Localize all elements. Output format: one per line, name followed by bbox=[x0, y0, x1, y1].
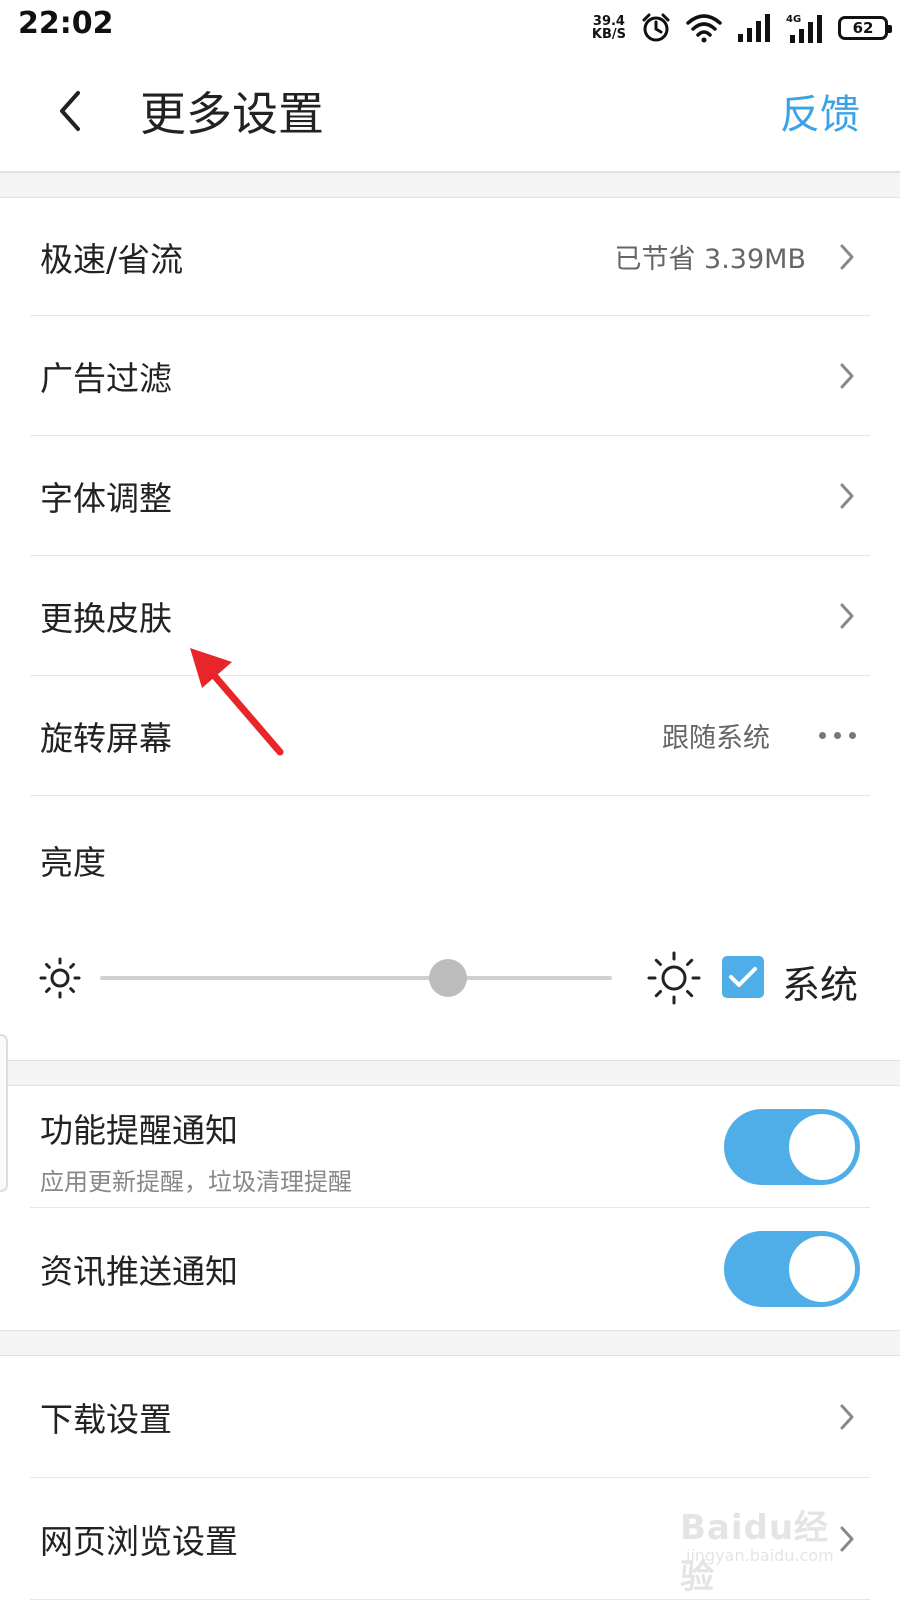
setting-row-speed-mode[interactable]: 极速/省流 已节省 3.39MB bbox=[30, 198, 870, 316]
page-title: 更多设置 bbox=[140, 87, 324, 141]
saved-data-value: 已节省 3.39MB bbox=[614, 244, 806, 275]
setting-row-change-skin[interactable]: 更换皮肤 bbox=[30, 556, 870, 676]
row-label: 极速/省流 bbox=[40, 239, 184, 279]
row-label: 旋转屏幕 bbox=[40, 718, 172, 758]
feedback-button[interactable]: 反馈 bbox=[780, 82, 860, 140]
more-dots-icon[interactable] bbox=[819, 732, 856, 739]
network-speed: 39.4 KB/S bbox=[592, 15, 626, 41]
rotate-mode-value: 跟随系统 bbox=[662, 723, 770, 754]
setting-row-rotate-screen[interactable]: 旋转屏幕 跟随系统 bbox=[30, 676, 870, 796]
checkmark-icon bbox=[729, 967, 757, 987]
brightness-slider-thumb[interactable] bbox=[429, 959, 468, 997]
system-brightness-checkbox[interactable] bbox=[722, 956, 764, 998]
app-header: 更多设置 反馈 bbox=[0, 54, 900, 172]
chevron-right-icon bbox=[840, 483, 854, 508]
network-speed-unit: KB/S bbox=[591, 27, 626, 42]
setting-row-feature-reminder: 功能提醒通知 应用更新提醒，垃圾清理提醒 bbox=[30, 1086, 870, 1208]
row-label: 字体调整 bbox=[40, 478, 172, 518]
row-subtitle: 应用更新提醒，垃圾清理提醒 bbox=[40, 1168, 352, 1196]
chevron-right-icon bbox=[840, 244, 854, 269]
watermark-sub: jingyan.baidu.com bbox=[686, 1546, 834, 1565]
status-time: 22:02 bbox=[18, 6, 114, 41]
wifi-icon bbox=[686, 13, 722, 43]
brightness-high-icon bbox=[647, 951, 701, 1005]
baidu-watermark: Baidu经验 jingyan.baidu.com bbox=[680, 1500, 860, 1597]
row-label: 功能提醒通知 bbox=[40, 1111, 238, 1150]
brightness-slider-track[interactable] bbox=[100, 976, 612, 980]
status-icons: 39.4 KB/S 4G 62 bbox=[592, 8, 892, 48]
news-push-toggle[interactable] bbox=[724, 1231, 860, 1307]
battery-level: 62 bbox=[852, 19, 874, 37]
setting-row-download[interactable]: 下载设置 bbox=[30, 1356, 870, 1478]
toggle-knob bbox=[789, 1114, 855, 1180]
setting-row-ad-filter[interactable]: 广告过滤 bbox=[30, 316, 870, 436]
setting-row-font-adjust[interactable]: 字体调整 bbox=[30, 436, 870, 556]
chevron-right-icon bbox=[840, 363, 854, 388]
back-button[interactable] bbox=[40, 76, 100, 146]
brightness-header: 亮度 bbox=[30, 796, 870, 882]
network-type-text: 4G bbox=[786, 14, 801, 25]
chevron-right-icon bbox=[840, 603, 854, 628]
setting-row-news-push: 资讯推送通知 bbox=[30, 1208, 870, 1330]
edge-handle[interactable] bbox=[0, 1034, 8, 1192]
row-label: 下载设置 bbox=[40, 1399, 172, 1439]
section-divider bbox=[0, 1060, 900, 1086]
red-annotation-arrow bbox=[190, 648, 284, 756]
brightness-low-icon bbox=[39, 957, 81, 999]
row-label: 更换皮肤 bbox=[40, 598, 172, 638]
feature-reminder-toggle[interactable] bbox=[724, 1109, 860, 1185]
section-divider bbox=[0, 1330, 900, 1356]
alarm-icon bbox=[640, 12, 672, 44]
signal-icon bbox=[736, 14, 772, 42]
brightness-label: 亮度 bbox=[40, 843, 106, 882]
section-divider bbox=[0, 172, 900, 198]
toggle-knob bbox=[789, 1236, 855, 1302]
battery-indicator: 62 bbox=[838, 16, 892, 40]
chevron-left-icon bbox=[60, 91, 80, 131]
status-bar: 22:02 39.4 KB/S 4G 62 bbox=[0, 0, 900, 54]
system-brightness-label: 系统 bbox=[782, 963, 859, 1007]
row-label: 资讯推送通知 bbox=[40, 1252, 238, 1291]
cellular-4g-icon: 4G bbox=[786, 13, 824, 43]
chevron-right-icon bbox=[840, 1404, 854, 1429]
row-label: 广告过滤 bbox=[40, 358, 172, 398]
row-label: 网页浏览设置 bbox=[40, 1521, 238, 1561]
